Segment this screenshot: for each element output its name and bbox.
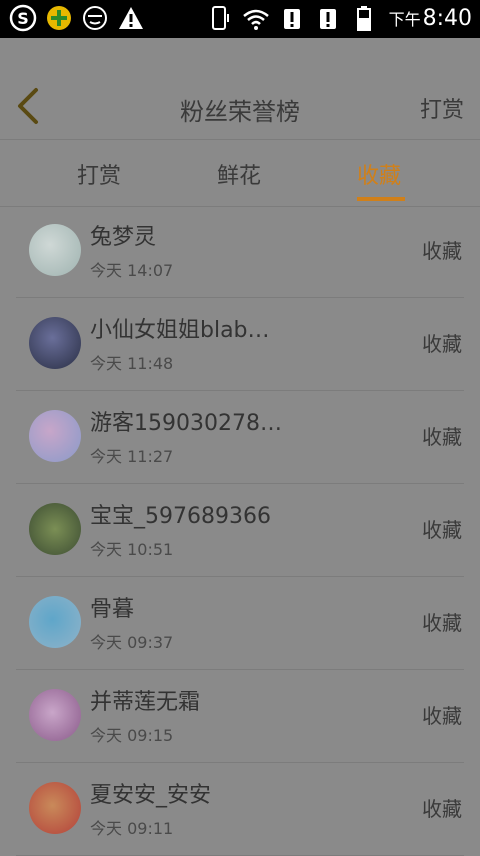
timestamp: 今天 09:15 bbox=[90, 726, 174, 745]
vibrate-icon bbox=[205, 3, 235, 33]
avatar bbox=[29, 782, 81, 834]
plus-badge-icon bbox=[44, 3, 74, 33]
user-name: 并蒂莲无霜 bbox=[90, 690, 201, 715]
avatar bbox=[29, 410, 81, 462]
signal-alert-icon-2 bbox=[313, 3, 343, 33]
user-name: 骨暮 bbox=[90, 597, 135, 622]
avatar bbox=[29, 503, 81, 555]
status-bar: S 下午8:40 bbox=[0, 0, 480, 38]
list-item[interactable]: 宝宝_597689366 今天 10:51 收藏 bbox=[16, 484, 464, 577]
action-label: 收藏 bbox=[422, 611, 462, 635]
list-item[interactable]: 兔梦灵 今天 14:07 收藏 bbox=[16, 205, 464, 298]
status-left-icons: S bbox=[8, 3, 146, 33]
page-title: 粉丝荣誉榜 bbox=[180, 98, 300, 126]
list-item[interactable]: 游客159030278… 今天 11:27 收藏 bbox=[16, 391, 464, 484]
action-label: 收藏 bbox=[422, 239, 462, 263]
fan-list: 兔梦灵 今天 14:07 收藏 小仙女姐姐blab… 今天 11:48 收藏 游… bbox=[0, 205, 480, 856]
battery-icon bbox=[349, 3, 379, 33]
active-tab-indicator bbox=[357, 197, 405, 201]
list-item[interactable]: 并蒂莲无霜 今天 09:15 收藏 bbox=[16, 670, 464, 763]
timestamp: 今天 11:48 bbox=[90, 354, 174, 373]
face-icon bbox=[80, 3, 110, 33]
list-item[interactable]: 骨暮 今天 09:37 收藏 bbox=[16, 577, 464, 670]
avatar bbox=[29, 596, 81, 648]
action-label: 收藏 bbox=[422, 425, 462, 449]
status-time: 下午8:40 bbox=[388, 5, 472, 31]
warning-icon bbox=[116, 3, 146, 33]
tab-flowers[interactable]: 鲜花 bbox=[217, 158, 261, 190]
avatar bbox=[29, 224, 81, 276]
user-name: 兔梦灵 bbox=[90, 225, 157, 250]
timestamp: 今天 14:07 bbox=[90, 261, 174, 280]
timestamp: 今天 11:27 bbox=[90, 447, 174, 466]
user-name: 宝宝_597689366 bbox=[90, 504, 271, 529]
user-name: 夏安安_安安 bbox=[90, 783, 212, 808]
reward-button[interactable]: 打赏 bbox=[420, 92, 464, 124]
app-header: 粉丝荣誉榜 打赏 bbox=[0, 38, 480, 139]
user-name: 游客159030278… bbox=[90, 411, 282, 436]
signal-alert-icon bbox=[277, 3, 307, 33]
avatar bbox=[29, 317, 81, 369]
timestamp: 今天 09:11 bbox=[90, 819, 174, 838]
sogou-icon: S bbox=[8, 3, 38, 33]
tab-reward[interactable]: 打赏 bbox=[77, 158, 121, 190]
action-label: 收藏 bbox=[422, 797, 462, 821]
list-item[interactable]: 小仙女姐姐blab… 今天 11:48 收藏 bbox=[16, 298, 464, 391]
wifi-icon bbox=[241, 3, 271, 33]
user-name: 小仙女姐姐blab… bbox=[90, 318, 270, 343]
timestamp: 今天 10:51 bbox=[90, 540, 174, 559]
avatar bbox=[29, 689, 81, 741]
tab-bar: 打赏 鲜花 收藏 bbox=[0, 139, 480, 207]
svg-text:S: S bbox=[17, 9, 29, 28]
action-label: 收藏 bbox=[422, 704, 462, 728]
action-label: 收藏 bbox=[422, 518, 462, 542]
list-item[interactable]: 夏安安_安安 今天 09:11 收藏 bbox=[16, 763, 464, 856]
tab-favorites[interactable]: 收藏 bbox=[357, 158, 401, 190]
action-label: 收藏 bbox=[422, 332, 462, 356]
status-right-icons: 下午8:40 bbox=[205, 3, 472, 33]
timestamp: 今天 09:37 bbox=[90, 633, 174, 652]
